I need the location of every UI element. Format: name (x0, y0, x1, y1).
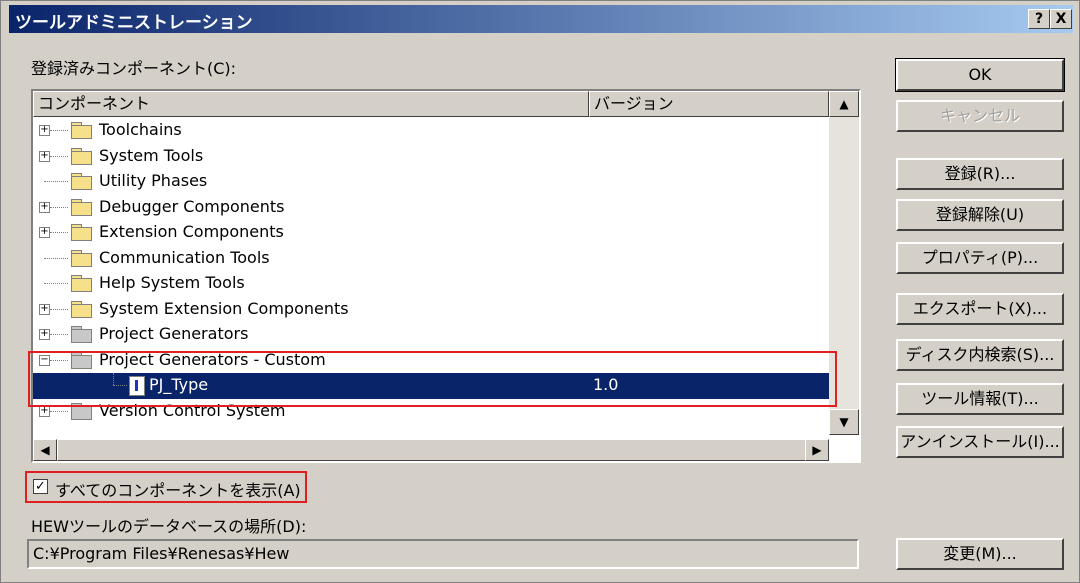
tree-row[interactable]: Help System Tools (33, 271, 829, 297)
tree-row-label: System Tools (99, 145, 204, 165)
tree-connector (44, 181, 68, 182)
tree-row-label: Communication Tools (99, 247, 270, 267)
tree-row[interactable]: + System Extension Components (33, 297, 829, 323)
expand-icon[interactable]: + (39, 125, 50, 136)
tree-connector (50, 334, 68, 335)
tree-row-label: System Extension Components (99, 298, 349, 318)
column-header-component[interactable]: コンポーネント (33, 91, 589, 117)
tree-connector (50, 232, 68, 233)
tree-connector (50, 155, 68, 157)
expand-icon[interactable]: + (39, 227, 50, 238)
dialog-window: ツールアドミニストレーション ? X 登録済みコンポーネント(C): コンポーネ… (0, 0, 1080, 583)
expand-icon[interactable]: + (39, 405, 50, 417)
folder-gray-icon (71, 326, 92, 343)
properties-button[interactable]: プロパティ(P)... (896, 242, 1064, 274)
db-location-label: HEWツールのデータベースの場所(D): (31, 517, 307, 536)
ok-button[interactable]: OK (895, 58, 1065, 92)
show-all-label[interactable]: すべてのコンポーネントを表示(A) (55, 477, 301, 501)
folder-icon (71, 300, 92, 318)
cancel-button: キャンセル (896, 100, 1064, 132)
tree-row[interactable]: Utility Phases (33, 169, 829, 195)
tree-row-label: Project Generators (99, 324, 249, 343)
folder-icon (71, 147, 92, 165)
folder-icon (71, 249, 92, 267)
tree-row-label: Utility Phases (99, 171, 208, 190)
tree-connector (44, 257, 68, 259)
tree-row[interactable]: + Extension Components (33, 220, 829, 246)
scroll-down-icon[interactable]: ▼ (829, 409, 859, 435)
highlight-box-custom (28, 351, 837, 407)
tree-row-label: Help System Tools (99, 273, 245, 292)
tree-connector (44, 283, 68, 284)
export-button[interactable]: エクスポート(X)... (896, 293, 1064, 325)
tree-row[interactable]: + Toolchains (33, 118, 829, 144)
scroll-left-icon[interactable]: ◀ (33, 439, 57, 461)
unregister-button[interactable]: 登録解除(U) (896, 199, 1064, 231)
folder-icon (71, 198, 92, 216)
tree-connector (50, 308, 68, 310)
tree-connector (50, 410, 68, 412)
change-button[interactable]: 変更(M)... (896, 538, 1064, 570)
tree-row[interactable]: + Project Generators (33, 322, 829, 348)
close-button[interactable]: X (1050, 9, 1072, 29)
folder-icon (71, 275, 92, 292)
scroll-thumb[interactable] (57, 439, 807, 461)
expand-icon[interactable]: + (39, 303, 50, 315)
tree-row-label: Debugger Components (99, 196, 285, 216)
db-location-field: C:¥Program Files¥Renesas¥Hew (27, 539, 859, 569)
title-bar: ツールアドミニストレーション ? X (9, 5, 1073, 33)
window-title: ツールアドミニストレーション (15, 13, 253, 33)
column-header: コンポーネント バージョン (33, 91, 829, 117)
column-header-version[interactable]: バージョン (589, 91, 829, 117)
scroll-up-icon[interactable]: ▲ (829, 91, 859, 117)
folder-icon (71, 173, 92, 190)
expand-icon[interactable]: + (39, 150, 50, 162)
tree-row[interactable]: Communication Tools (33, 246, 829, 272)
tool-info-button[interactable]: ツール情報(T)... (896, 383, 1064, 415)
disk-search-button[interactable]: ディスク内検索(S)... (896, 339, 1064, 371)
help-button[interactable]: ? (1028, 9, 1050, 29)
tree-row-label: Toolchains (99, 120, 182, 139)
folder-icon (71, 122, 92, 139)
expand-icon[interactable]: + (39, 329, 50, 340)
tree-connector (50, 206, 68, 208)
tree-connector (50, 130, 68, 131)
tree-row-label: Extension Components (99, 222, 284, 241)
components-label: 登録済みコンポーネント(C): (31, 59, 237, 78)
expand-icon[interactable]: + (39, 201, 50, 213)
tree-row[interactable]: + System Tools (33, 144, 829, 170)
uninstall-button[interactable]: アンインストール(I)... (896, 426, 1064, 458)
tree-row[interactable]: + Debugger Components (33, 195, 829, 221)
scroll-right-icon[interactable]: ▶ (805, 439, 829, 461)
show-all-checkbox[interactable]: ✓ (33, 479, 48, 494)
register-button[interactable]: 登録(R)... (896, 158, 1064, 190)
horizontal-scrollbar[interactable]: ◀ ▶ (33, 439, 829, 461)
folder-icon (71, 224, 92, 241)
